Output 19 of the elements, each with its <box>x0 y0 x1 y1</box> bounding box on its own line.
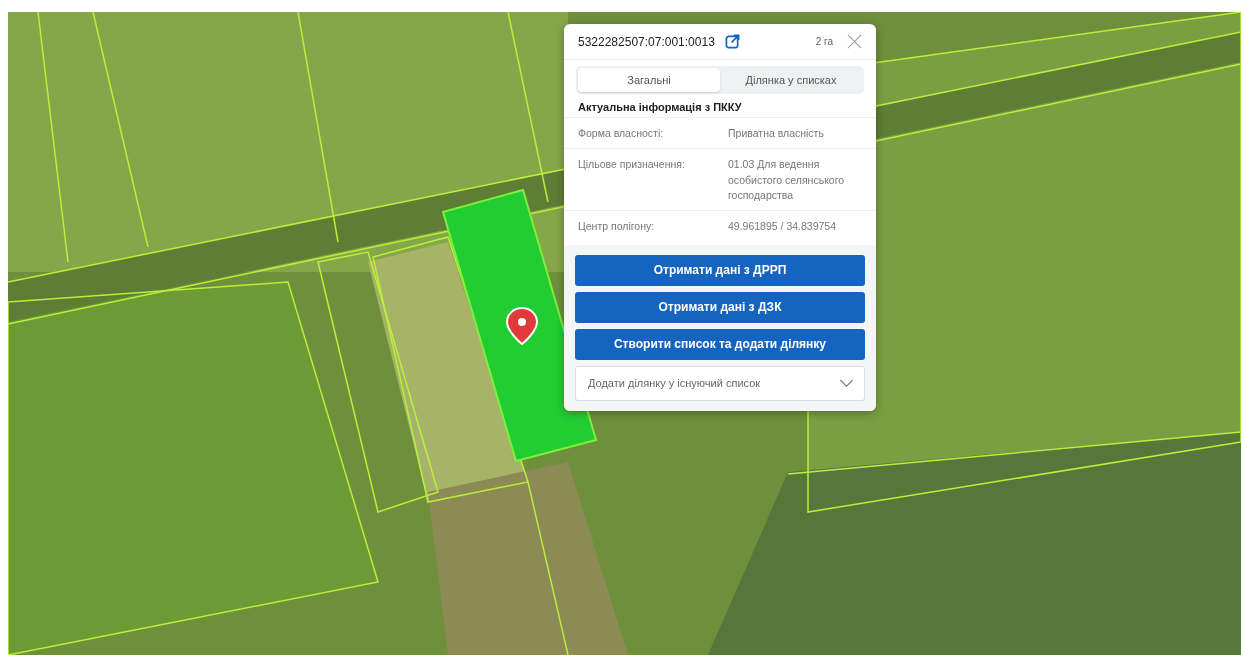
field-label: Цільове призначення: <box>578 156 686 172</box>
list-select[interactable]: Додати ділянку у існуючий список <box>575 365 865 401</box>
field-value: Приватна власність <box>728 126 825 141</box>
field-label: Центр полігону: <box>578 219 656 234</box>
field-value: 01.03 Для ведення особистого селянського господарства <box>728 156 846 204</box>
external-link-icon[interactable] <box>724 34 740 49</box>
field-label: Форма власності: <box>578 126 665 141</box>
field-value: 49.961895 / 34.839754 <box>728 219 838 234</box>
tab[interactable]: Ділянка у списках <box>720 68 862 92</box>
location-pin-icon[interactable] <box>506 307 538 345</box>
parcel-area: 2 га <box>815 36 833 47</box>
action-button[interactable]: Отримати дані з ДРРП <box>575 254 865 286</box>
close-icon[interactable] <box>847 34 862 49</box>
cadastral-number: 5322282507:07:001:0013 <box>578 34 715 49</box>
action-button[interactable]: Отримати дані з ДЗК <box>575 291 865 323</box>
chevron-down-icon <box>839 378 854 388</box>
action-button[interactable]: Створити список та додати ділянку <box>575 328 865 360</box>
tab[interactable]: Загальні <box>578 68 720 92</box>
section-title: Актуальна інформація з ПККУ <box>577 100 743 115</box>
